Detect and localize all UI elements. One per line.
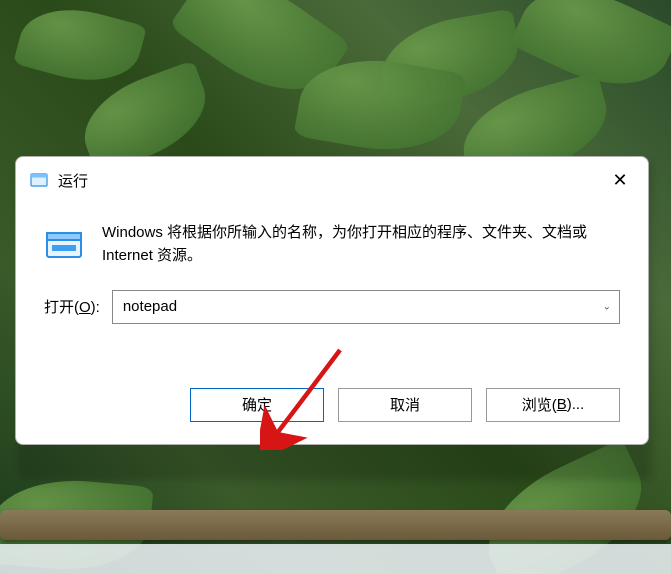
taskbar[interactable]: [0, 544, 671, 574]
dialog-description: Windows 将根据你所输入的名称，为你打开相应的程序、文件夹、文档或 Int…: [102, 221, 620, 268]
dialog-title: 运行: [58, 170, 88, 191]
run-dialog: 运行 ✕ Windows 将根据你所输入的名称，为你打开相应的程序、文件夹、文档…: [15, 156, 649, 445]
ok-button[interactable]: 确定: [190, 388, 324, 422]
chevron-down-icon[interactable]: ⌄: [603, 301, 611, 312]
close-icon: ✕: [612, 171, 627, 189]
open-input[interactable]: notepad ⌄: [112, 290, 620, 324]
close-button[interactable]: ✕: [600, 160, 640, 200]
run-title-icon: [30, 171, 48, 189]
run-program-icon: [44, 225, 84, 265]
cancel-button[interactable]: 取消: [338, 388, 472, 422]
browse-button[interactable]: 浏览(B)...: [486, 388, 620, 422]
titlebar[interactable]: 运行 ✕: [16, 157, 648, 203]
open-input-value: notepad: [123, 298, 177, 315]
open-label: 打开(O):: [44, 296, 100, 317]
